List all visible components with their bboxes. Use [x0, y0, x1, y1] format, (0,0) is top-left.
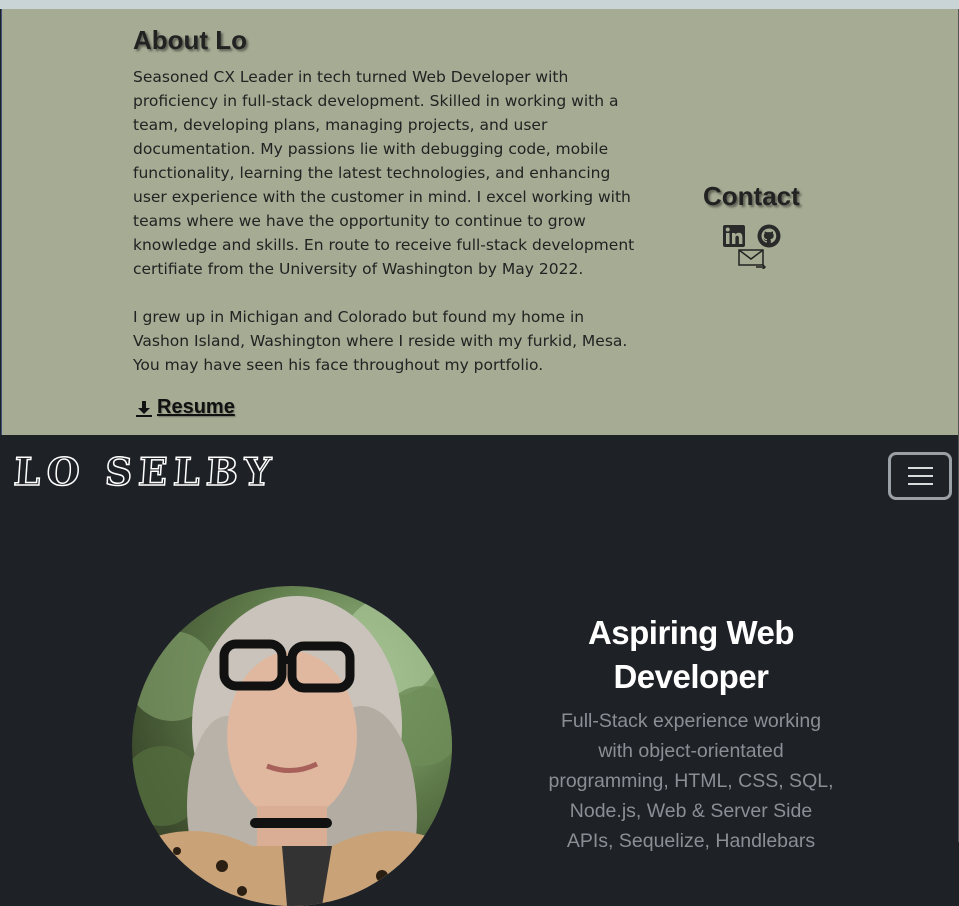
contact-title: Contact [703, 181, 800, 211]
resume-link[interactable]: Resume [135, 396, 235, 419]
github-icon [757, 224, 781, 248]
hero-description: Full-Stack experience working with objec… [548, 710, 834, 852]
resume-label: Resume [157, 396, 235, 418]
github-link[interactable] [757, 224, 781, 252]
hero-section: Aspiring Web Developer Full-Stack experi… [1, 517, 959, 906]
about-paragraph-2: I grew up in Michigan and Colorado but f… [133, 308, 628, 374]
email-icon [738, 249, 767, 271]
email-link[interactable] [738, 249, 767, 273]
brand-logo[interactable]: LO SELBY [12, 448, 279, 495]
about-paragraph-1: Seasoned CX Leader in tech turned Web De… [133, 68, 635, 278]
about-body: Seasoned CX Leader in tech turned Web De… [133, 65, 645, 401]
top-strip [0, 0, 959, 9]
linkedin-icon [723, 225, 745, 247]
hero-title: Aspiring Web Developer [587, 614, 795, 695]
navbar: LO SELBY [1, 435, 959, 517]
about-section: About Lo Seasoned CX Leader in tech turn… [1, 9, 959, 435]
profile-photo [132, 586, 452, 906]
linkedin-link[interactable] [723, 225, 745, 251]
download-icon [136, 400, 152, 417]
menu-toggle-button[interactable] [888, 452, 952, 500]
profile-photo-illustration [132, 596, 452, 906]
about-title: About Lo [133, 25, 248, 55]
